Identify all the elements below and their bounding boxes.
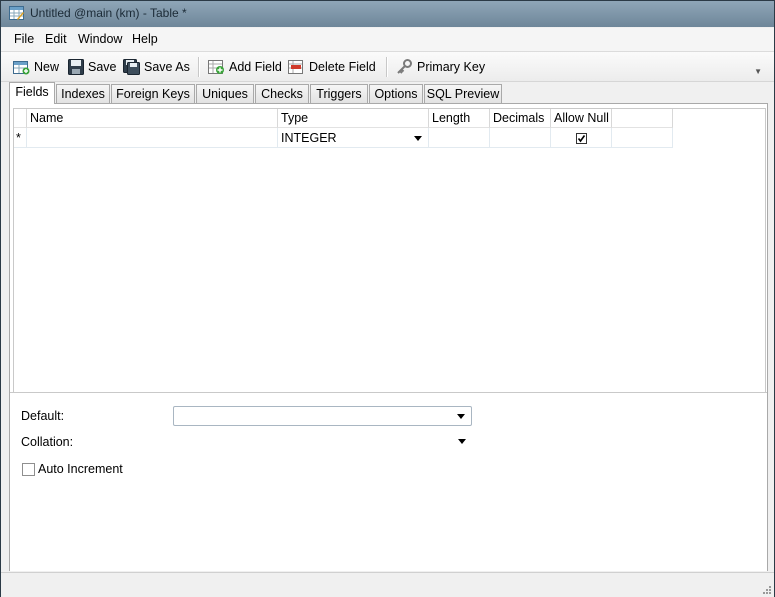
fields-grid[interactable]: Name Type Length Decimals Allow Null * I… [13,108,766,394]
delete-field-button[interactable]: Delete Field [288,57,376,77]
auto-increment-checkbox[interactable] [22,463,35,476]
table-icon [9,6,24,20]
default-label: Default: [21,409,65,423]
default-combobox[interactable] [173,406,472,426]
cell-extra [612,128,673,148]
save-label: Save [88,60,117,74]
key-icon [397,59,412,74]
menu-help[interactable]: Help [132,32,158,46]
resize-grip-icon[interactable] [762,585,772,595]
new-label: New [34,60,60,74]
row-marker: * [14,128,27,148]
toolbar-overflow-icon[interactable]: ▼ [754,67,762,76]
add-field-button[interactable]: Add Field [208,57,282,77]
delete-field-label: Delete Field [309,60,376,74]
chevron-down-icon[interactable] [414,136,422,141]
allow-null-checkbox[interactable] [576,133,587,144]
menu-file[interactable]: File [14,32,34,46]
chevron-down-icon[interactable] [458,439,466,444]
cell-length[interactable] [429,128,490,148]
save-button[interactable]: Save [68,57,117,77]
tab-foreign-keys[interactable]: Foreign Keys [111,84,195,103]
tab-indexes[interactable]: Indexes [56,84,110,103]
add-field-label: Add Field [229,60,282,74]
toolbar: New Save Save As Add Field Delete Field … [1,52,774,82]
collation-combobox[interactable] [173,432,472,452]
column-header-allow-null[interactable]: Allow Null [551,109,612,128]
window-title: Untitled @main (km) - Table * [30,6,187,20]
column-header-extra [612,109,673,128]
new-table-icon [13,61,30,75]
row-header-corner [14,109,27,128]
cell-type-dropdown[interactable]: INTEGER [278,128,429,148]
primary-key-label: Primary Key [417,60,486,74]
tab-fields[interactable]: Fields [9,82,55,104]
primary-key-button[interactable]: Primary Key [396,57,485,77]
cell-allow-null [551,128,612,148]
cell-type-value: INTEGER [281,131,337,145]
new-button[interactable]: New [13,57,59,77]
auto-increment-label: Auto Increment [38,462,123,476]
tab-sql-preview[interactable]: SQL Preview [424,84,502,103]
cell-name[interactable] [27,128,278,148]
tab-options[interactable]: Options [369,84,423,103]
add-field-icon [208,60,224,74]
save-as-button[interactable]: Save As [123,57,190,77]
tab-triggers[interactable]: Triggers [310,84,368,103]
delete-field-icon [288,60,303,74]
cell-decimals[interactable] [490,128,551,148]
column-header-decimals[interactable]: Decimals [490,109,551,128]
tab-uniques[interactable]: Uniques [196,84,254,103]
collation-label: Collation: [21,435,74,449]
save-as-label: Save As [144,60,190,74]
save-as-icon [123,59,140,75]
fields-panel: Name Type Length Decimals Allow Null * I… [9,103,768,571]
field-properties: Default: Collation: Auto Increment [10,392,767,571]
table-designer-window: Untitled @main (km) - Table * File Edit … [0,0,775,597]
status-bar [1,572,774,597]
tab-checks[interactable]: Checks [255,84,309,103]
chevron-down-icon[interactable] [457,414,465,419]
check-icon [577,135,586,143]
column-header-type[interactable]: Type [278,109,429,128]
menu-window[interactable]: Window [78,32,122,46]
toolbar-separator [198,57,200,77]
title-bar[interactable]: Untitled @main (km) - Table * [1,1,774,27]
save-icon [68,59,84,75]
toolbar-separator [386,57,388,77]
column-header-name[interactable]: Name [27,109,278,128]
column-header-length[interactable]: Length [429,109,490,128]
menu-edit[interactable]: Edit [45,32,67,46]
menu-bar: File Edit Window Help [1,28,774,52]
